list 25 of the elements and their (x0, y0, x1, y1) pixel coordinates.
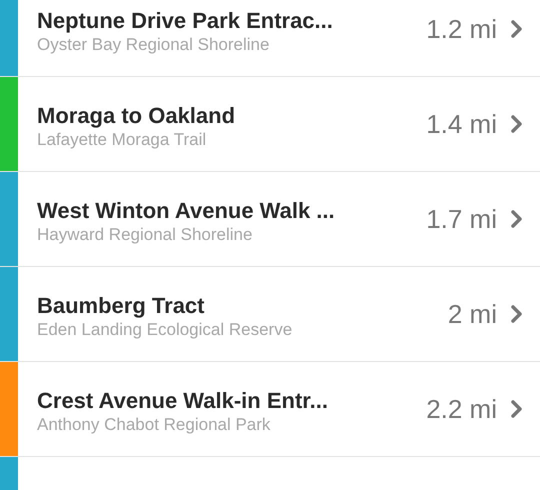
trail-name: Baumberg Tract (37, 292, 206, 318)
trail-row[interactable]: Baumberg Tract Eden Landing Ecological Reserve 2 mi (0, 267, 540, 362)
trail-name: Moraga to Oakland (37, 102, 236, 128)
park-name: Eden Landing Ecological Reserve (37, 320, 294, 340)
trail-name: West Winton Avenue Walk ... (37, 198, 336, 224)
park-name: Lafayette Moraga Trail (37, 130, 208, 150)
chevron-icon (511, 400, 523, 418)
chevron-icon (511, 305, 523, 323)
trail-row[interactable]: Moraga to Oakland Lafayette Moraga Trail 1.4 mi (0, 77, 540, 172)
park-name: Hayward Regional Shoreline (37, 224, 254, 244)
distance-label: 1.2 mi (426, 14, 497, 44)
park-name: Anthony Chabot Regional Park (37, 414, 272, 434)
trail-name: Crest Avenue Walk-in Entr... (37, 388, 329, 414)
chevron-icon (511, 210, 523, 228)
park-name: Oyster Bay Regional Shoreline (37, 34, 270, 54)
chevron-icon (511, 115, 523, 133)
distance-label: 2.2 mi (426, 394, 497, 424)
chevron-icon (511, 20, 523, 38)
trail-row[interactable]: Crest Avenue Walk-in Entr... Anthony Chabot Regional Park 2.2 mi (0, 362, 540, 457)
distance-label: 1.7 mi (426, 204, 497, 234)
trail-name: Neptune Drive Park Entrac... (37, 8, 334, 34)
trail-row[interactable]: Neptune Drive Park Entrac... Oyster Bay Regional Shoreline 1.2 mi (0, 0, 540, 77)
distance-label: 2 mi (448, 298, 497, 330)
trail-row[interactable]: West Winton Avenue Walk ... Hayward Regional Shoreline 1.7 mi (0, 172, 540, 267)
distance-label: 1.4 mi (426, 108, 497, 140)
